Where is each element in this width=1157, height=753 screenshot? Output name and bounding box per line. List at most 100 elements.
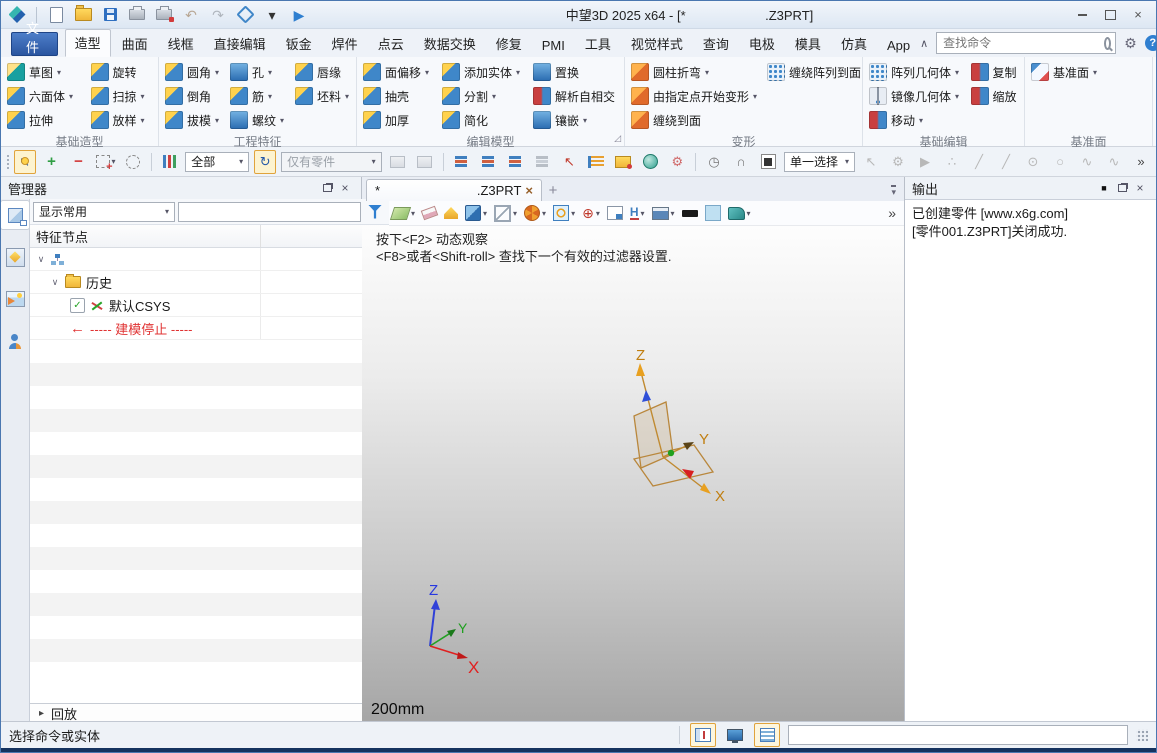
swatch-tool-button[interactable] <box>757 150 779 174</box>
stock-button[interactable]: 坯料▾ <box>293 86 352 106</box>
redo[interactable]: ↷ <box>208 5 228 25</box>
manager-tab-visual[interactable] <box>1 243 29 271</box>
tree-filter-combo[interactable]: 显示常用 ▾ <box>33 202 175 222</box>
display-bars-1-button[interactable] <box>450 150 472 174</box>
loft-button[interactable]: 放样▾ <box>89 110 155 130</box>
menu-tab-data-exchange[interactable]: 数据交换 <box>415 31 485 57</box>
help-icon[interactable]: ? <box>1145 35 1157 51</box>
remove-entity-button[interactable]: − <box>68 150 90 174</box>
dialog-launcher-icon[interactable]: ◿ <box>614 133 621 144</box>
output-stop-icon[interactable]: ■ <box>1095 181 1113 196</box>
manager-tab-role[interactable] <box>1 327 29 355</box>
menu-tab-weldment[interactable]: 焊件 <box>323 31 367 57</box>
checkbox-checked[interactable]: ✓ <box>70 298 85 313</box>
sweep-button[interactable]: 扫掠▾ <box>89 86 155 106</box>
zoom-region-button[interactable]: ▾ <box>553 203 575 223</box>
point-target-button[interactable]: ⊕▾ <box>582 203 600 223</box>
view-plane-button[interactable]: ▾ <box>392 203 415 223</box>
gear-icon[interactable]: ⚙ <box>1124 35 1137 52</box>
selection-mode-combo[interactable]: 单一选择▾ <box>784 152 855 172</box>
viewbar-overflow-button[interactable]: » <box>888 203 896 223</box>
datum-plane-button[interactable]: 基准面▾ <box>1029 62 1148 82</box>
window-select-button[interactable]: ▾ <box>95 150 117 174</box>
display-shaded-button[interactable]: ▾ <box>465 203 487 223</box>
curve-tool-button[interactable]: ∩ <box>730 150 752 174</box>
inlay-button[interactable]: 镶嵌▾ <box>531 110 620 130</box>
menu-tab-wireframe[interactable]: 线框 <box>159 31 203 57</box>
scale-button[interactable]: 缩放 <box>969 86 1021 106</box>
search-icon[interactable] <box>1104 37 1111 50</box>
cylindrical-bend-button[interactable]: 圆柱折弯▾ <box>629 62 759 82</box>
edge-display-button[interactable] <box>682 203 698 223</box>
line-disabled-1-button[interactable]: ╱ <box>968 150 990 174</box>
entity-filter-combo[interactable]: 全部▾ <box>185 152 249 172</box>
lip-button[interactable]: 唇缘 <box>293 62 352 82</box>
points-disabled-button[interactable]: ∴ <box>941 150 963 174</box>
render-appearance-button[interactable]: ▾ <box>652 203 675 223</box>
resolve-self-intersection-button[interactable]: 解析自相交 <box>531 86 620 106</box>
replay-section[interactable]: ▸ 回放 <box>30 703 389 723</box>
circle-point-disabled-button[interactable]: ⊙ <box>1022 150 1044 174</box>
manager-tab-render[interactable] <box>1 285 29 313</box>
add-entity-button[interactable]: + <box>41 150 63 174</box>
filter-funnel-button[interactable] <box>364 201 386 223</box>
display-bars-4-button[interactable] <box>531 150 553 174</box>
undo[interactable]: ↶ <box>181 5 201 25</box>
ribbon-play[interactable]: ▶ <box>289 5 309 25</box>
box-button[interactable]: 六面体▾ <box>5 86 83 106</box>
extrude-button[interactable]: 拉伸 <box>5 110 83 130</box>
display-wireframe-button[interactable]: ▾ <box>494 203 517 223</box>
circle-disabled-button[interactable]: ○ <box>1049 150 1071 174</box>
output-restore-icon[interactable] <box>1113 181 1131 196</box>
hole-button[interactable]: 孔▾ <box>228 62 287 82</box>
menu-tab-mold[interactable]: 模具 <box>786 31 830 57</box>
expander-icon[interactable]: ∨ <box>50 277 60 288</box>
tree-row-root[interactable]: ∨ <box>30 248 389 271</box>
gear-disabled-button[interactable]: ⚙ <box>887 150 909 174</box>
menu-tab-tools[interactable]: 工具 <box>576 31 620 57</box>
wrap-pattern-to-face-button[interactable]: 缠绕阵列到面 <box>765 62 863 82</box>
minimize-button[interactable] <box>1070 6 1094 24</box>
menu-tab-pmi[interactable]: PMI <box>533 35 574 57</box>
shell-button[interactable]: 抽壳 <box>361 86 434 106</box>
menu-tab-simulation[interactable]: 仿真 <box>832 31 876 57</box>
resize-grip[interactable] <box>1136 729 1148 741</box>
eraser-button[interactable] <box>422 203 437 223</box>
menu-tab-repair[interactable]: 修复 <box>487 31 531 57</box>
shade-face-button[interactable] <box>444 203 458 223</box>
link-tool-b-button[interactable] <box>414 150 436 174</box>
menu-tab-electrode[interactable]: 电极 <box>740 31 784 57</box>
gear-color-tool-button[interactable]: ⚙ <box>666 150 688 174</box>
toggle-output-panel-button[interactable] <box>754 723 780 747</box>
new-file[interactable] <box>46 5 66 25</box>
thread-button[interactable]: 螺纹▾ <box>228 110 287 130</box>
tree-search-input[interactable] <box>178 202 361 222</box>
expander-icon[interactable]: ∨ <box>36 254 46 265</box>
viewport[interactable]: 按下<F2> 动态观察 <F8>或者<Shift-roll> 查找下一个有效的过… <box>362 226 904 723</box>
dimension-tool-button[interactable]: H▾ <box>630 203 645 223</box>
select-history-button[interactable]: ↖ <box>558 150 580 174</box>
document-tab[interactable]: * .Z3PRT × <box>366 179 542 201</box>
manager-close-icon[interactable]: × <box>336 181 354 196</box>
output-close-icon[interactable]: × <box>1131 181 1149 196</box>
tree-row-model-stop[interactable]: ←----- 建模停止 ----- <box>30 317 389 340</box>
quickbar-overflow-button[interactable]: » <box>1130 150 1152 174</box>
menu-tab-shape[interactable]: 造型 <box>65 29 111 57</box>
menu-tab-inquire[interactable]: 查询 <box>694 31 738 57</box>
section-view-button[interactable]: ▾ <box>524 203 546 223</box>
tab-close-icon[interactable]: × <box>525 183 533 198</box>
replace-button[interactable]: 置换 <box>531 62 620 82</box>
pick-tool-button[interactable]: ↖ <box>14 150 36 174</box>
simplify-button[interactable]: 简化 <box>440 110 525 130</box>
part-mode-button[interactable]: ↻ <box>254 150 276 174</box>
open-file[interactable] <box>73 5 93 25</box>
pattern-geometry-button[interactable]: 阵列几何体▾ <box>867 62 963 82</box>
draft-button[interactable]: 拔模▾ <box>163 110 222 130</box>
tab-list-icon[interactable]: ▾ <box>891 185 896 197</box>
zoom-window-button[interactable] <box>607 203 623 223</box>
deform-by-point-button[interactable]: 由指定点开始变形▾ <box>629 86 759 106</box>
tree-column-header[interactable]: 特征节点 <box>30 225 389 248</box>
csys-figure[interactable]: Z Y X <box>612 346 742 516</box>
clock-tool-button[interactable]: ◷ <box>703 150 725 174</box>
menu-tab-surface[interactable]: 曲面 <box>113 31 157 57</box>
